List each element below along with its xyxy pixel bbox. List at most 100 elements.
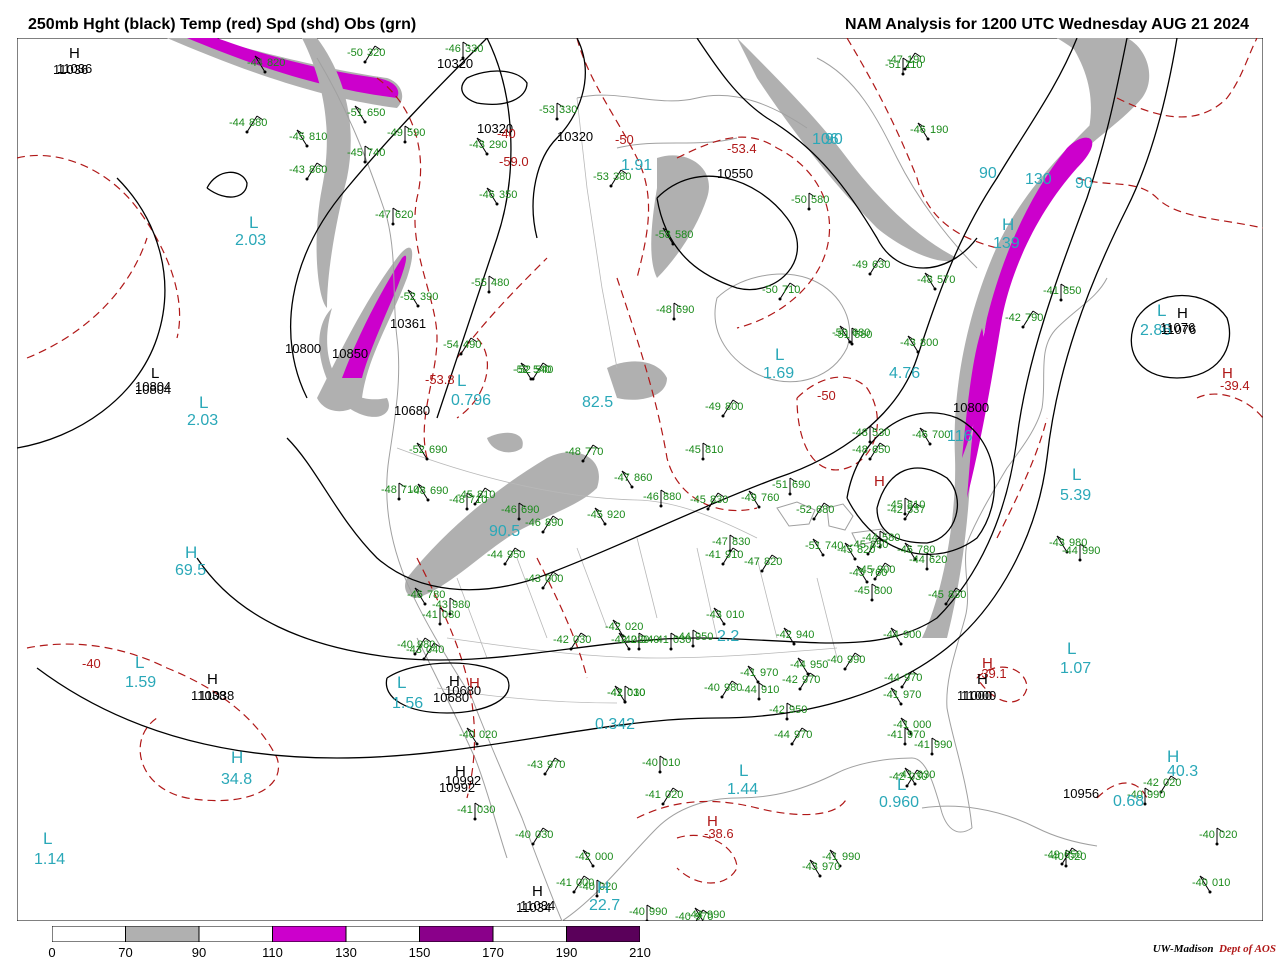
station-obs: -41 030 [457, 804, 495, 816]
colorbar-band [272, 926, 347, 942]
extremum-speed: L [135, 653, 144, 672]
speed-label: 2.03 [187, 412, 218, 429]
obs-height: 190 [930, 124, 948, 136]
obs-height: 320 [367, 47, 385, 59]
extremum-letter: L [1067, 639, 1076, 658]
obs-temp: -42 [611, 634, 627, 646]
extremum-speed: L [249, 213, 258, 232]
obs-height: 830 [732, 536, 750, 548]
station-obs: -40 990 [827, 654, 865, 666]
obs-temp: -46 [445, 43, 461, 55]
height-label: 10361 [390, 316, 426, 331]
obs-height: 740 [367, 147, 385, 159]
height-label: 10550 [717, 166, 753, 181]
obs-temp: -46 [910, 124, 926, 136]
station-obs: -53 330 [539, 104, 577, 116]
station-obs: -50 710 [762, 284, 800, 296]
station-obs: -44 970 [884, 672, 922, 684]
speed-label: 34.8 [221, 771, 252, 788]
obs-height: 810 [309, 131, 327, 143]
obs-height: 980 [1069, 537, 1087, 549]
extremum-speed: L [897, 775, 906, 794]
extremum-letter: H [707, 813, 718, 830]
obs-temp: -45 [887, 499, 903, 511]
obs-temp: -42 [776, 629, 792, 641]
obs-height: 860 [634, 472, 652, 484]
station-obs: -49 630 [852, 259, 890, 271]
obs-height: 810 [907, 499, 925, 511]
obs-temp: -48 [852, 427, 868, 439]
obs-temp: -43 [527, 759, 543, 771]
obs-temp: -40 [459, 729, 475, 741]
obs-temp: -44 [247, 57, 263, 69]
obs-height: 860 [309, 164, 327, 176]
station-obs: -42 970 [782, 674, 820, 686]
colorbar-tick: 130 [335, 945, 357, 960]
obs-temp: -41 [1043, 285, 1059, 297]
obs-temp: -50 [347, 47, 363, 59]
extremum-temp: H [874, 473, 885, 490]
extremum-temp: H [982, 655, 993, 672]
obs-temp: -43 [706, 609, 722, 621]
station-obs: -45 810 [685, 444, 723, 456]
speed-label: 0.342 [595, 716, 635, 733]
station-obs: -48 650 [852, 444, 890, 456]
station-obs: -47 860 [614, 472, 652, 484]
station-obs: -48 690 [656, 304, 694, 316]
obs-temp: -46 [525, 517, 541, 529]
station-obs: -42 790 [1005, 312, 1043, 324]
speed-label: 0.960 [879, 794, 919, 811]
height-label: 10956 [1063, 786, 1099, 801]
obs-temp: -58 [655, 229, 671, 241]
temp-label: -59.0 [499, 154, 529, 169]
obs-height: 950 [789, 704, 807, 716]
obs-height: 800 [725, 401, 743, 413]
colorbar-tick: 190 [555, 945, 578, 960]
speed-label: 1.56 [392, 695, 423, 712]
station-obs: -40 020 [1199, 829, 1237, 841]
obs-height: 020 [665, 789, 683, 801]
obs-temp: -41 [893, 719, 909, 731]
extremum-letter: H [207, 671, 218, 688]
obs-height: 850 [870, 539, 888, 551]
colorbar-band [492, 926, 567, 942]
colorbar-tick: 150 [408, 945, 431, 960]
obs-height: 530 [872, 427, 890, 439]
obs-temp: -48 [852, 444, 868, 456]
obs-height: 820 [764, 556, 782, 568]
extremum-letter: L [1072, 465, 1081, 484]
obs-height: 910 [761, 684, 779, 696]
extremum-letter: L [739, 761, 748, 780]
station-obs: -48 570 [917, 274, 955, 286]
obs-temp: -47 [614, 472, 630, 484]
extremum-letter: L [199, 393, 208, 412]
obs-temp: -43 [469, 139, 485, 151]
station-obs: -40 010 [642, 757, 680, 769]
wind-speed-colorbar [52, 926, 640, 942]
station-obs: -48 710 [381, 484, 419, 496]
obs-temp: -41 [883, 689, 899, 701]
obs-height: 970 [904, 672, 922, 684]
speed-label: 1.44 [727, 781, 758, 798]
extremum-speed: H [597, 878, 609, 897]
extremum-speed: H [231, 748, 243, 767]
station-obs: -45 810 [887, 499, 925, 511]
obs-temp: -40 [1199, 829, 1215, 841]
speed-label: 2.03 [235, 232, 266, 249]
obs-temp: -52 [400, 291, 416, 303]
station-obs: -40 010 [1192, 877, 1230, 889]
credit-dept: Dept of AOS [1218, 943, 1276, 955]
extremum-temp: H [1222, 365, 1233, 382]
extremum-speed: L [457, 371, 466, 390]
station-obs: -44 950 [790, 659, 828, 671]
extremum-letter: L [43, 829, 52, 848]
extremum-letter: L [775, 345, 784, 364]
station-obs: -42 020 [605, 621, 643, 633]
obs-temp: -43 [900, 337, 916, 349]
obs-height: 880 [249, 117, 267, 129]
obs-height: 020 [1219, 829, 1237, 841]
obs-height: 000 [595, 851, 613, 863]
extremum-letter: H [185, 543, 197, 562]
extremum-speed: L [1067, 639, 1076, 658]
station-obs: -45 830 [690, 494, 728, 506]
